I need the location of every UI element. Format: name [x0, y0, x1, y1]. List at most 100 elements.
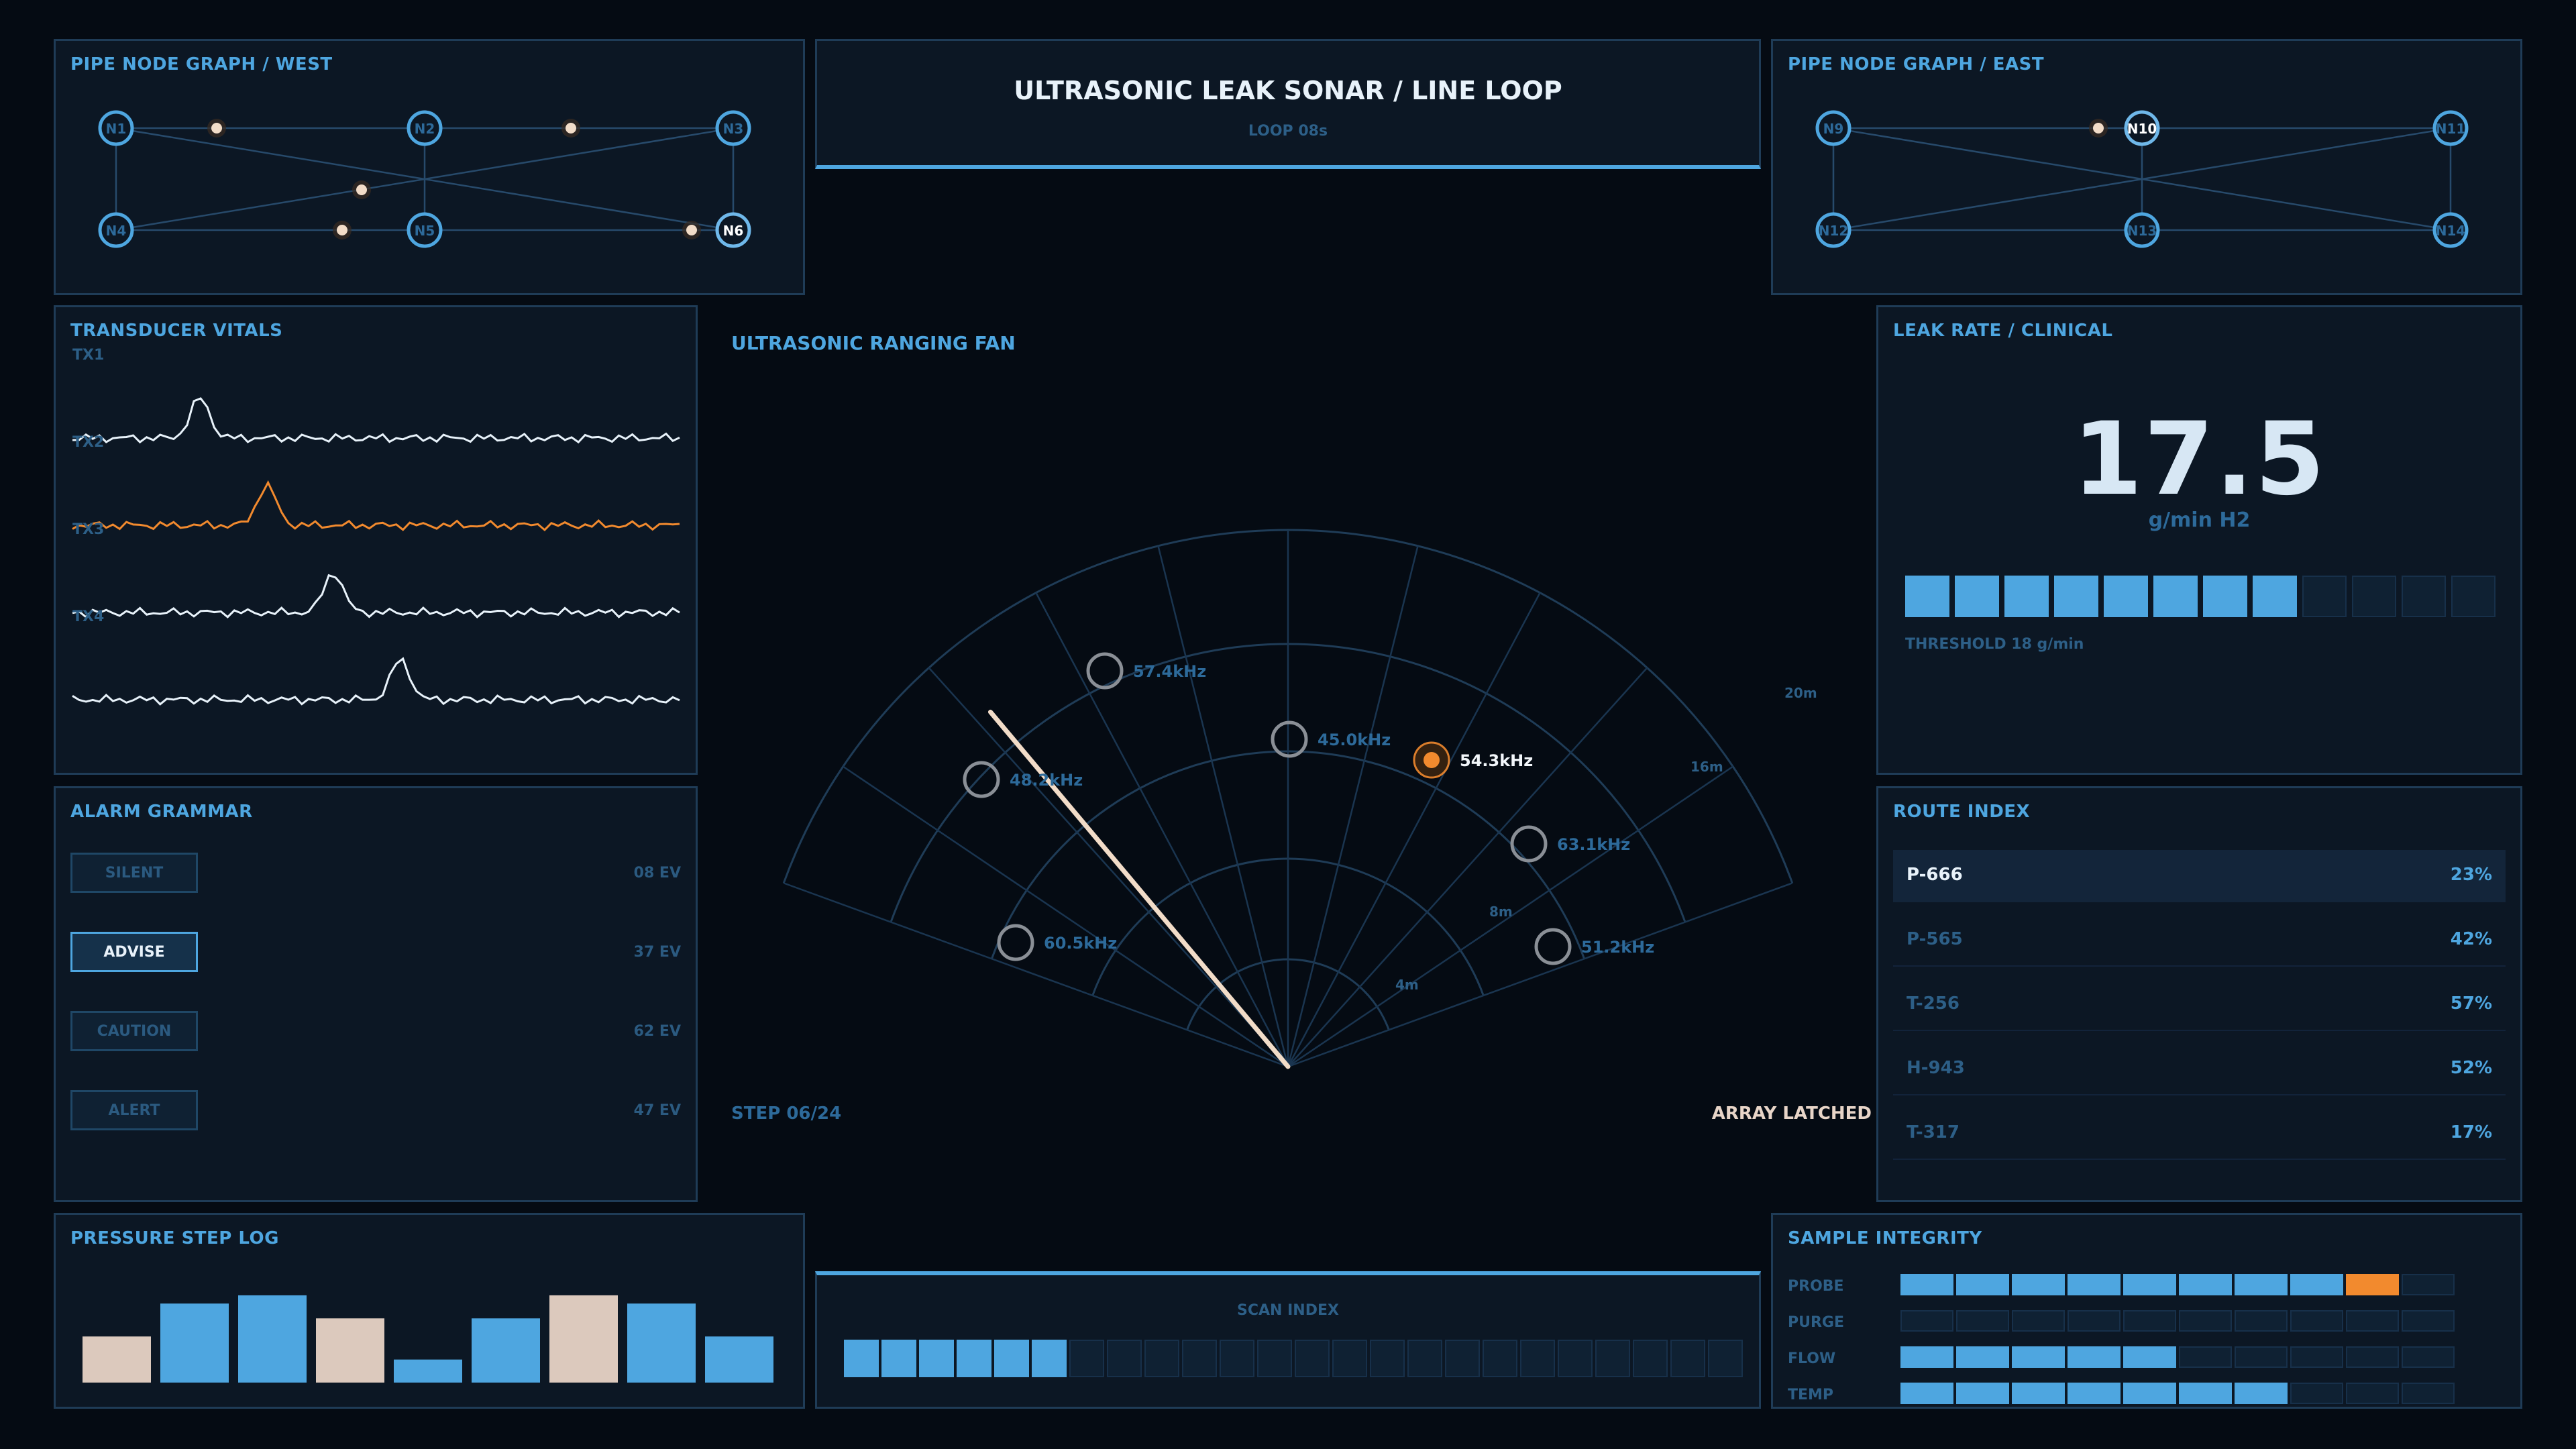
scan-segment — [881, 1340, 916, 1377]
pipe-node-label: N9 — [1823, 121, 1844, 137]
integrity-segment — [1956, 1310, 2009, 1332]
integrity-segment — [2123, 1310, 2176, 1332]
scan-segment — [844, 1340, 879, 1377]
transducer-vitals-panel: TRANSDUCER VITALS TX1 TX2 TX3 TX4 — [54, 305, 698, 775]
pipe-node-n12[interactable]: N12 — [1815, 212, 1851, 248]
sonar-contact-label: 48.2kHz — [1010, 771, 1083, 790]
route-row[interactable]: H-943 52% — [1893, 1043, 2506, 1095]
leak-segment — [2054, 576, 2098, 617]
scan-segment — [1670, 1340, 1705, 1377]
route-row[interactable]: P-565 42% — [1893, 914, 2506, 967]
leak-segment — [2302, 576, 2347, 617]
route-pct: 57% — [2450, 994, 2492, 1014]
alarm-grammar-panel: ALARM GRAMMAR SILENT 08 EV ADVISE 37 EV … — [54, 786, 698, 1202]
pressure-bars — [83, 1295, 773, 1383]
page-title: ULTRASONIC LEAK SONAR / LINE LOOP — [1014, 76, 1562, 105]
leak-segment — [2153, 576, 2198, 617]
integrity-segment — [2290, 1383, 2343, 1404]
route-index-title: ROUTE INDEX — [1893, 802, 2031, 822]
pipe-node-n5[interactable]: N5 — [407, 212, 443, 248]
range-label: 16m — [1690, 759, 1723, 775]
integrity-row — [1900, 1274, 2455, 1295]
bearing-line — [843, 765, 1289, 1068]
integrity-segment — [2012, 1274, 2065, 1295]
vitals-channel-label: TX4 — [72, 608, 104, 625]
leak-segment — [1955, 576, 1999, 617]
integrity-segment — [2346, 1346, 2399, 1368]
alarm-silent-count: 08 EV — [633, 865, 681, 881]
sonar-contact[interactable]: 60.5kHz — [997, 924, 1117, 961]
pressure-bar — [83, 1336, 151, 1383]
pipe-graph-east-panel: PIPE NODE GRAPH / EAST N9 N10 N11 N12 N13 N14 — [1771, 39, 2522, 295]
pressure-bar — [160, 1303, 229, 1383]
integrity-segment — [2123, 1346, 2176, 1368]
integrity-row — [1900, 1383, 2455, 1404]
pipe-node-n10[interactable]: N10 — [2124, 110, 2160, 146]
pipe-node-n11[interactable]: N11 — [2432, 110, 2469, 146]
sonar-contact[interactable]: 63.1kHz — [1510, 825, 1630, 863]
route-row[interactable]: T-256 57% — [1893, 979, 2506, 1031]
scan-segment — [1520, 1340, 1555, 1377]
integrity-segment — [2068, 1274, 2121, 1295]
pipe-node-n6[interactable]: N6 — [715, 212, 751, 248]
integrity-segment — [2179, 1383, 2232, 1404]
sonar-contact[interactable]: 51.2kHz — [1534, 928, 1654, 965]
pipe-node-n14[interactable]: N14 — [2432, 212, 2469, 248]
pipe-node-n2[interactable]: N2 — [407, 110, 443, 146]
scan-segment — [1708, 1340, 1743, 1377]
alarm-advise-button[interactable]: ADVISE — [70, 932, 198, 972]
route-row[interactable]: T-317 17% — [1893, 1108, 2506, 1160]
sonar-contact-label: 63.1kHz — [1557, 835, 1630, 854]
integrity-segment — [1956, 1383, 2009, 1404]
alarm-alert-button[interactable]: ALERT — [70, 1090, 198, 1130]
leak-rate-title: LEAK RATE / CLINICAL — [1893, 321, 2113, 341]
vitals-trace-tx4 — [72, 657, 680, 706]
integrity-segment — [2402, 1383, 2455, 1404]
route-id: P-565 — [1907, 929, 1963, 949]
integrity-segment — [2290, 1274, 2343, 1295]
scan-segment — [1144, 1340, 1179, 1377]
pipe-graph-west: N1 N2 N3 N4 N5 N6 — [98, 110, 751, 248]
sample-integrity-panel: SAMPLE INTEGRITY PROBE PURGE FLOW TEMP — [1771, 1213, 2522, 1409]
sonar-contact[interactable]: 57.4kHz — [1086, 652, 1206, 690]
integrity-row — [1900, 1346, 2455, 1368]
integrity-segment — [1900, 1383, 1953, 1404]
integrity-segment — [2346, 1383, 2399, 1404]
pipe-node-n4[interactable]: N4 — [98, 212, 134, 248]
alarm-caution-button[interactable]: CAUTION — [70, 1011, 198, 1051]
integrity-row — [1900, 1310, 2455, 1332]
pressure-log-panel: PRESSURE STEP LOG — [54, 1213, 805, 1409]
integrity-segment — [2068, 1310, 2121, 1332]
sonar-contact[interactable]: 48.2kHz — [963, 761, 1083, 798]
route-pct: 52% — [2450, 1058, 2492, 1078]
integrity-segment — [1900, 1274, 1953, 1295]
integrity-segment — [2068, 1346, 2121, 1368]
sonar-contact[interactable]: 54.3kHz — [1413, 741, 1533, 779]
pipe-node-n9[interactable]: N9 — [1815, 110, 1851, 146]
ranging-fan: 4m 8m 16m 20m 57.4kHz 45.0kHz 54.3kHz 48.2kHz 63… — [782, 529, 1817, 1069]
pipe-node-n13[interactable]: N13 — [2124, 212, 2160, 248]
scan-segment — [1445, 1340, 1480, 1377]
scan-index-panel: SCAN INDEX — [815, 1271, 1761, 1409]
integrity-label-purge: PURGE — [1788, 1314, 1845, 1331]
integrity-segment — [2402, 1346, 2455, 1368]
integrity-label-temp: TEMP — [1788, 1387, 1834, 1403]
pressure-bar — [549, 1295, 618, 1383]
integrity-segment — [2123, 1274, 2176, 1295]
pipe-node-n3[interactable]: N3 — [715, 110, 751, 146]
pressure-bar — [705, 1336, 773, 1383]
leak-segment — [2104, 576, 2148, 617]
pipe-node-n1[interactable]: N1 — [98, 110, 134, 146]
pipe-node-label: N5 — [415, 223, 435, 239]
integrity-segment — [1900, 1310, 1953, 1332]
scan-segment — [1633, 1340, 1668, 1377]
vitals-trace-tx3 — [72, 574, 680, 619]
alarm-alert-count: 47 EV — [633, 1102, 681, 1119]
pipe-node-label: N4 — [106, 223, 127, 239]
vitals-trace-tx2 — [72, 480, 680, 531]
pipe-graph-west-panel: PIPE NODE GRAPH / WEST N1 N2 N3 N4 N5 N6 — [54, 39, 805, 295]
pipe-node-label: N6 — [723, 223, 744, 239]
sonar-contact-label: 60.5kHz — [1044, 934, 1117, 953]
route-row[interactable]: P-666 23% — [1893, 850, 2506, 902]
alarm-silent-button[interactable]: SILENT — [70, 853, 198, 893]
